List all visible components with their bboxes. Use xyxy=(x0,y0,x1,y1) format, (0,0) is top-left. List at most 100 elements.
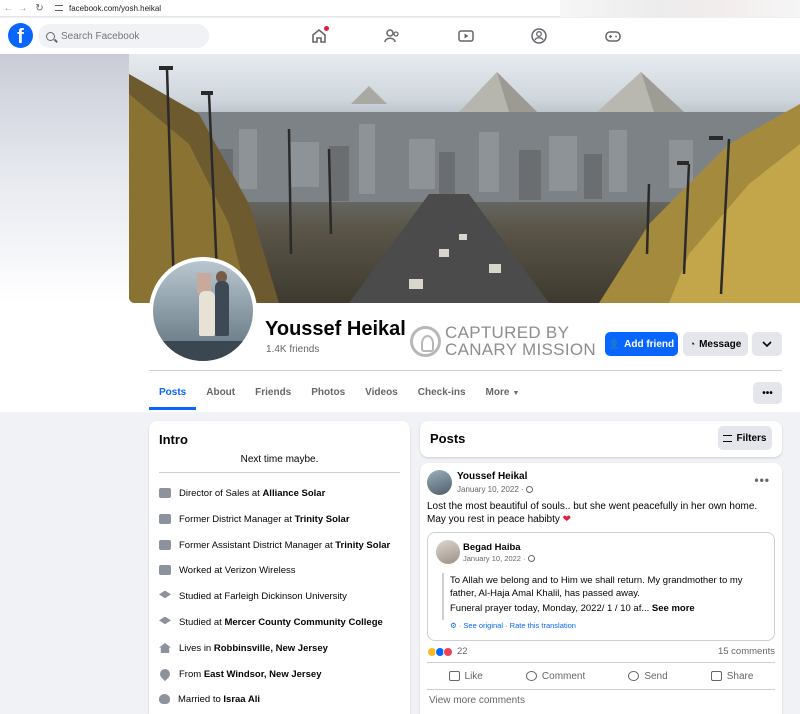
facebook-logo[interactable]: f xyxy=(8,23,33,48)
intro-card: Intro Next time maybe. Director of Sales… xyxy=(149,421,410,714)
groups-icon[interactable] xyxy=(530,27,548,45)
add-person-icon: 👤 xyxy=(608,338,621,349)
intro-item-link[interactable]: Trinity Solar xyxy=(295,514,350,525)
tab-about[interactable]: About xyxy=(196,378,245,410)
video-icon[interactable] xyxy=(457,27,475,45)
shared-post-text: To Allah we belong and to Him we shall r… xyxy=(450,575,743,599)
sliders-icon xyxy=(723,434,733,442)
intro-item-link[interactable]: East Windsor, New Jersey xyxy=(204,669,322,680)
profile-tabs: Posts About Friends Photos Videos Check-… xyxy=(149,378,529,410)
site-info-icon[interactable] xyxy=(55,5,63,11)
friends-icon[interactable] xyxy=(383,27,401,45)
post-divider xyxy=(427,662,775,663)
tab-videos[interactable]: Videos xyxy=(355,378,408,410)
send-button[interactable]: Send xyxy=(628,666,668,686)
tab-posts[interactable]: Posts xyxy=(149,378,197,410)
translation-links[interactable]: ⚙ · See original · Rate this translation xyxy=(450,621,576,630)
intro-item-link[interactable]: Robbinsville, New Jersey xyxy=(214,643,328,654)
home-icon[interactable] xyxy=(310,26,329,45)
see-more-link[interactable]: See more xyxy=(652,603,695,614)
add-friend-label: Add friend xyxy=(624,338,675,350)
intro-item-text: Married to xyxy=(178,693,221,705)
blurred-face xyxy=(197,273,211,293)
view-more-comments-link[interactable]: View more comments xyxy=(429,695,525,706)
shared-post-text-2: Funeral prayer today, Monday, 2022/ 1 / … xyxy=(450,603,770,614)
stamp-line-1: CAPTURED BY xyxy=(445,323,570,342)
shared-post[interactable]: Begad Haiba January 10, 2022 · To Allah … xyxy=(427,532,775,641)
post-text-body: Lost the most beautiful of souls.. but s… xyxy=(427,501,758,525)
post-date-text: January 10, 2022 · xyxy=(457,485,524,494)
shared-post-date[interactable]: January 10, 2022 · xyxy=(463,554,535,563)
posts-title: Posts xyxy=(430,431,466,446)
intro-item-from: From East Windsor, New Jersey xyxy=(157,666,322,682)
heart-icon xyxy=(159,694,170,704)
more-options-button[interactable] xyxy=(752,332,782,356)
header-gradient xyxy=(0,54,130,304)
avatar-person xyxy=(199,291,215,336)
send-label: Send xyxy=(644,670,668,682)
share-label: Share xyxy=(726,670,754,682)
tab-photos[interactable]: Photos xyxy=(301,378,355,410)
post-options-button[interactable]: ••• xyxy=(754,473,770,487)
home-icon xyxy=(159,643,171,653)
profile-name: Youssef Heikal xyxy=(265,318,406,340)
messenger-icon: ◔ xyxy=(689,339,696,349)
shared-post-excerpt: Funeral prayer today, Monday, 2022/ 1 / … xyxy=(450,603,650,614)
address-bar-url: facebook.com/yosh.heikal xyxy=(69,3,162,13)
intro-item-link[interactable]: Mercer County Community College xyxy=(224,617,382,628)
education-icon xyxy=(159,590,171,599)
intro-item-work: Former District Manager at Trinity Solar xyxy=(159,512,350,526)
add-friend-button[interactable]: 👤 Add friend xyxy=(605,332,678,356)
work-icon xyxy=(159,540,171,550)
location-icon xyxy=(157,666,173,682)
tab-more-label: More xyxy=(485,387,510,398)
comment-button[interactable]: Comment xyxy=(525,666,586,686)
intro-item-text: Former Assistant District Manager at xyxy=(179,539,333,551)
intro-item-link[interactable]: Trinity Solar xyxy=(335,540,390,551)
header-divider xyxy=(149,370,782,371)
forward-icon[interactable]: → xyxy=(17,3,28,14)
friends-count[interactable]: 1.4K friends xyxy=(266,344,319,355)
red-heart-icon: ❤ xyxy=(562,514,572,525)
intro-item-work: Director of Sales at Alliance Solar xyxy=(159,486,325,500)
post-date[interactable]: January 10, 2022 · xyxy=(457,485,533,494)
intro-item-text: Lives in xyxy=(179,642,212,654)
tab-check-ins[interactable]: Check-ins xyxy=(408,378,476,410)
search-input[interactable] xyxy=(61,30,201,42)
avatar-person xyxy=(215,281,229,336)
ellipsis-icon: ••• xyxy=(762,387,773,399)
intro-item-link[interactable]: Israa Ali xyxy=(223,694,260,705)
intro-item-education: Studied at Mercer County Community Colle… xyxy=(159,615,383,629)
intro-item-link[interactable]: Alliance Solar xyxy=(262,488,325,499)
message-button[interactable]: ◔ Message xyxy=(683,332,748,356)
quote-bar xyxy=(442,573,444,620)
post-text: Lost the most beautiful of souls.. but s… xyxy=(427,500,777,526)
canary-logo-icon xyxy=(410,325,441,357)
intro-bio: Next time maybe. xyxy=(240,454,319,465)
globe-icon xyxy=(527,555,535,562)
reactions-summary[interactable]: 22 xyxy=(427,646,468,657)
tab-friends[interactable]: Friends xyxy=(245,378,301,410)
search-box[interactable] xyxy=(38,24,209,48)
shared-author-name[interactable]: Begad Haiba xyxy=(463,542,521,553)
tab-more[interactable]: More ▼ xyxy=(476,378,530,410)
facebook-topbar: f xyxy=(0,18,800,54)
tabs-more-button[interactable]: ••• xyxy=(753,382,782,404)
share-button[interactable]: Share xyxy=(710,666,754,686)
gaming-icon[interactable] xyxy=(604,27,622,45)
address-bar[interactable]: facebook.com/yosh.heikal xyxy=(55,4,161,13)
shared-author-avatar[interactable] xyxy=(436,540,460,564)
reload-icon[interactable]: ↻ xyxy=(34,3,45,14)
messenger-icon xyxy=(628,671,640,681)
back-icon[interactable]: ← xyxy=(3,3,14,14)
intro-item-text: Worked at Verizon Wireless xyxy=(179,564,296,576)
comment-label: Comment xyxy=(541,670,586,682)
thumbs-up-icon xyxy=(448,671,460,681)
filters-button[interactable]: Filters xyxy=(718,426,772,450)
like-button[interactable]: Like xyxy=(448,666,483,686)
shared-date-text: January 10, 2022 · xyxy=(463,554,526,563)
profile-avatar[interactable] xyxy=(149,257,257,365)
post-author-avatar[interactable] xyxy=(427,470,452,495)
post-author-name[interactable]: Youssef Heikal xyxy=(457,471,527,482)
comments-count[interactable]: 15 comments xyxy=(718,646,775,657)
